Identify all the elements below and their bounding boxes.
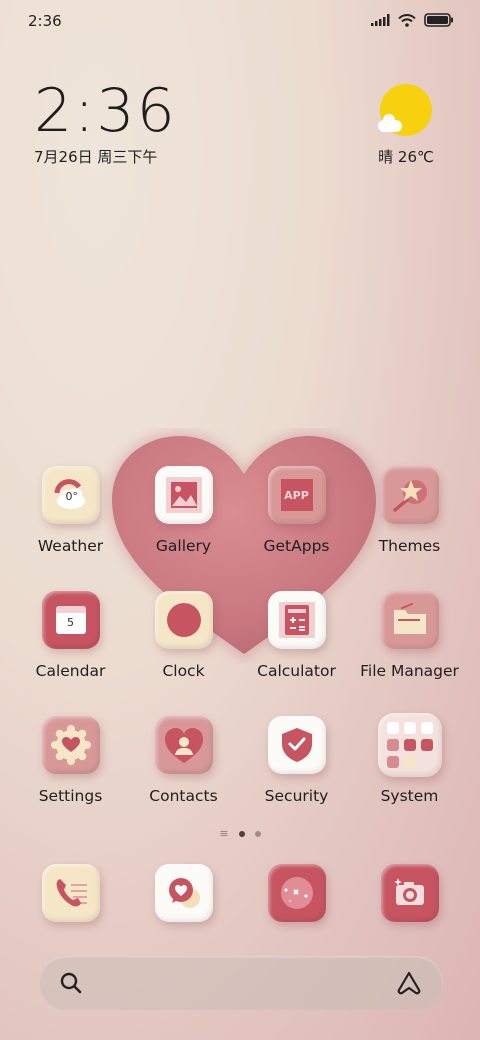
- messages-icon: [154, 864, 213, 922]
- app-clock[interactable]: Clock: [127, 591, 240, 716]
- app-weather[interactable]: 0° Weather: [14, 466, 127, 591]
- calendar-icon-day: 5: [67, 616, 74, 629]
- calculator-app-icon: [267, 591, 326, 649]
- app-label: File Manager: [360, 662, 459, 680]
- page-dot-active: [238, 831, 245, 837]
- wifi-icon: [398, 13, 416, 27]
- weather-app-icon: 0°: [41, 466, 100, 524]
- page-indicator[interactable]: ≡: [0, 827, 480, 840]
- status-bar: 2:36: [0, 0, 480, 44]
- search-bar[interactable]: [39, 956, 443, 1010]
- clock-app-icon: [154, 591, 213, 649]
- weather-icon-temp: 0°: [65, 490, 79, 503]
- calendar-app-icon: 5: [41, 591, 100, 649]
- dock-messages[interactable]: [127, 864, 240, 922]
- app-calendar[interactable]: 5 Calendar: [14, 591, 127, 716]
- camera-icon: [380, 864, 439, 922]
- clock-widget[interactable]: 2:36 7月26日 周三下午: [34, 78, 177, 167]
- clock-date: 7月26日 周三下午: [34, 148, 158, 166]
- app-label: Settings: [38, 787, 103, 805]
- app-themes[interactable]: Themes: [353, 466, 466, 591]
- gallery-app-icon: [154, 466, 213, 524]
- app-row: 5 Calendar Clock Calculator File Manager: [14, 591, 466, 716]
- app-label: Contacts: [149, 787, 218, 805]
- app-label: Gallery: [155, 537, 212, 555]
- dock-camera[interactable]: [353, 864, 466, 922]
- assistant-icon[interactable]: [395, 970, 423, 996]
- themes-app-icon: [380, 466, 439, 524]
- weather-widget[interactable]: 晴 26℃: [366, 84, 446, 167]
- app-getapps[interactable]: APP GetApps: [240, 466, 353, 591]
- folder-app-icon: [380, 591, 439, 649]
- battery-icon: [424, 13, 453, 27]
- status-time: 2:36: [28, 12, 62, 30]
- app-settings[interactable]: Settings: [14, 716, 127, 841]
- app-label: Calculator: [257, 662, 336, 680]
- browser-icon: [267, 864, 326, 922]
- app-label: Themes: [378, 537, 441, 555]
- app-calculator[interactable]: Calculator: [240, 591, 353, 716]
- sunny-icon: [378, 84, 432, 136]
- app-label: System: [380, 787, 439, 805]
- app-system-folder[interactable]: System: [353, 713, 466, 841]
- search-icon[interactable]: [59, 971, 83, 995]
- getapps-app-icon: APP: [267, 466, 326, 524]
- app-label: Weather: [37, 537, 104, 555]
- security-app-icon: [267, 716, 326, 774]
- app-grid: 0° Weather Gallery APP GetApps Themes 5 …: [14, 466, 466, 841]
- signal-icon: [371, 14, 390, 26]
- app-contacts[interactable]: Contacts: [127, 716, 240, 841]
- dock-browser[interactable]: [240, 864, 353, 922]
- page-dot: [254, 831, 261, 837]
- system-folder-icon: [377, 713, 442, 777]
- contacts-app-icon: [154, 716, 213, 774]
- dock: [14, 864, 466, 922]
- phone-icon: [41, 864, 100, 922]
- status-icons: [371, 13, 454, 27]
- app-label: Security: [264, 787, 329, 805]
- app-gallery[interactable]: Gallery: [127, 466, 240, 591]
- weather-text: 晴 26℃: [378, 148, 434, 166]
- getapps-icon-text: APP: [284, 488, 309, 502]
- app-row: Settings Contacts Security System: [14, 713, 466, 841]
- app-label: Calendar: [35, 662, 106, 680]
- app-label: GetApps: [263, 537, 330, 555]
- app-row: 0° Weather Gallery APP GetApps Themes: [14, 466, 466, 591]
- settings-app-icon: [41, 716, 100, 774]
- app-security[interactable]: Security: [240, 716, 353, 841]
- dock-phone[interactable]: [14, 864, 127, 922]
- app-label: Clock: [162, 662, 205, 680]
- menu-lines-icon: ≡: [219, 827, 229, 840]
- app-file-manager[interactable]: File Manager: [353, 591, 466, 716]
- clock-time: 2:36: [34, 76, 177, 146]
